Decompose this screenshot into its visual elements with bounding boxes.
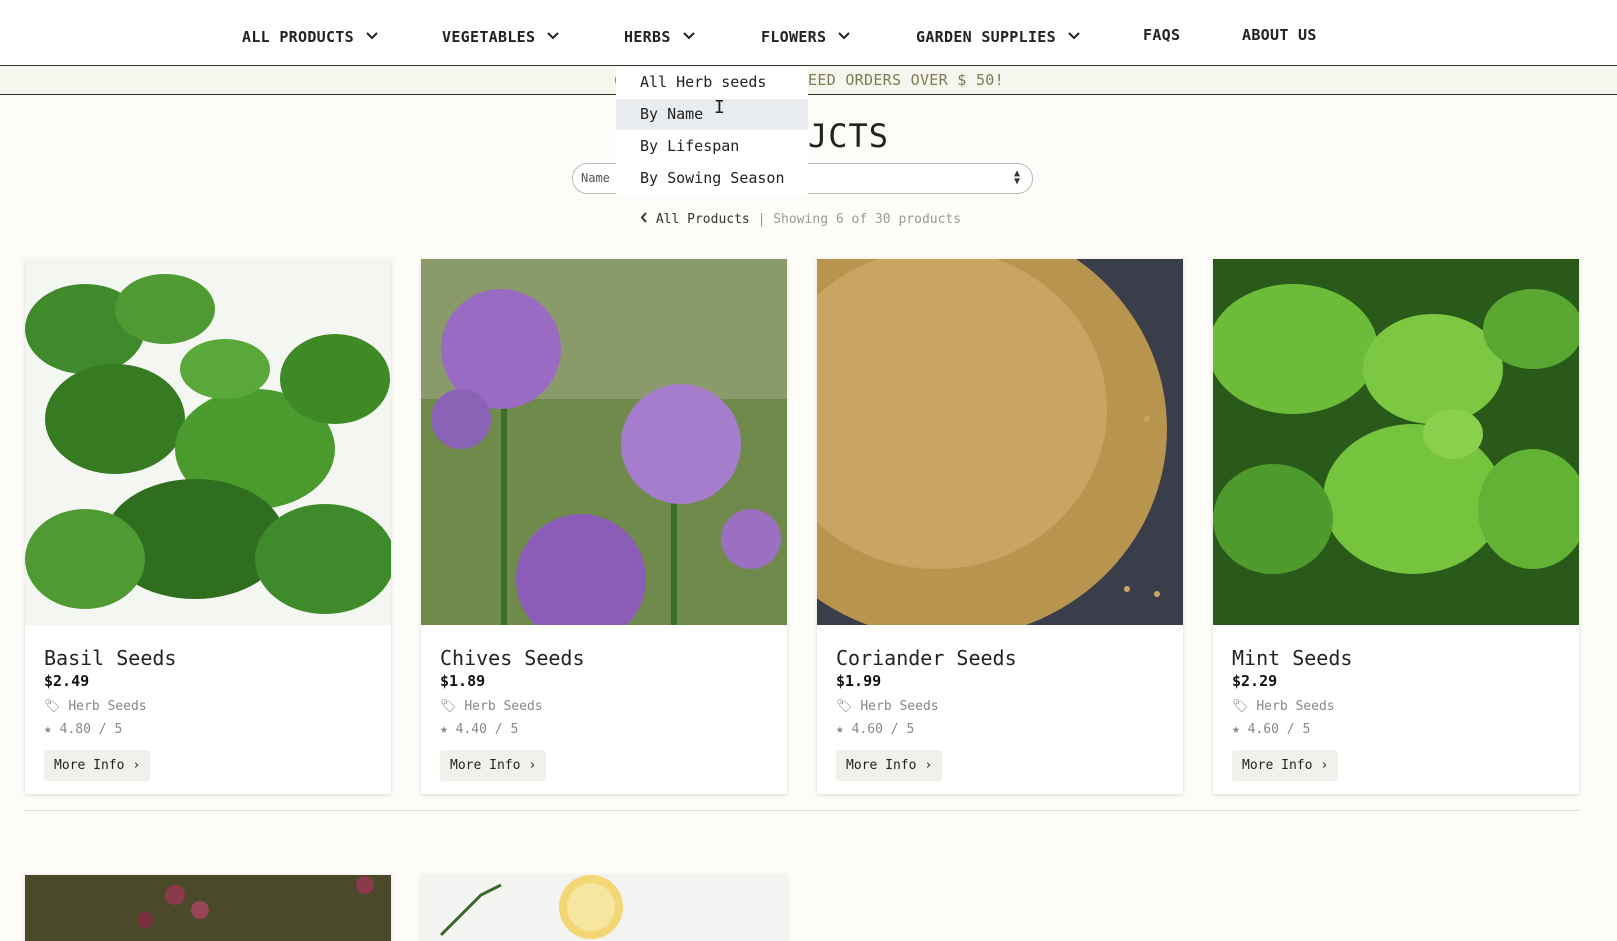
product-rating: ★ 4.60 / 5 (1232, 722, 1310, 737)
rating-value: 4.80 (59, 722, 91, 737)
nav-herbs[interactable]: HERBS (624, 26, 695, 48)
product-card: Basil Seeds $2.49 🏷 Herb Seeds ★ 4.80 / … (25, 259, 391, 794)
page-title-text: JCTS (808, 117, 890, 155)
chevron-right-icon: › (924, 758, 933, 773)
nav-label: ABOUT US (1242, 26, 1317, 44)
nav-label: FAQS (1143, 26, 1181, 44)
product-price: $1.89 (440, 672, 486, 690)
chevron-right-icon: › (1320, 758, 1329, 773)
product-image-mint[interactable] (1213, 259, 1579, 625)
nav-faqs[interactable]: FAQS (1143, 26, 1180, 48)
star-icon: ★ (44, 722, 52, 737)
product-card: Mint Seeds $2.29 🏷 Herb Seeds ★ 4.60 / 5… (1213, 259, 1579, 794)
nav-about-us[interactable]: ABOUT US (1242, 26, 1317, 48)
nav-flowers[interactable]: FLOWERS (761, 26, 851, 48)
product-card: Coriander Seeds $1.99 🏷 Herb Seeds ★ 4.6… (817, 259, 1183, 794)
nav-label: VEGETABLES (442, 28, 536, 46)
product-price: $1.99 (836, 672, 882, 690)
herbs-dropdown-menu: All Herb seeds By Name By Lifespan By So… (616, 67, 808, 195)
more-info-button[interactable]: More Info › (1232, 750, 1339, 781)
product-category: 🏷 Herb Seeds (1232, 699, 1335, 714)
product-price: $2.29 (1232, 672, 1278, 690)
row-divider (24, 810, 1580, 811)
text-cursor-icon: I (714, 97, 725, 118)
chevron-down-icon (682, 26, 695, 44)
tag-icon: 🏷 (44, 699, 61, 714)
chevron-down-icon (547, 26, 560, 44)
banner-text-end: EED ORDERS OVER $ 50! (808, 71, 1004, 89)
nav-garden-supplies[interactable]: GARDEN SUPPLIES (916, 26, 1080, 48)
product-card-partial (25, 875, 391, 941)
nav-label: GARDEN SUPPLIES (916, 28, 1056, 46)
tag-icon: 🏷 (1232, 699, 1249, 714)
menu-item-by-sowing-season[interactable]: By Sowing Season (616, 163, 808, 194)
product-image-basil[interactable] (25, 259, 391, 625)
select-arrows-icon: ▲ ▼ (1013, 168, 1020, 187)
promo-banner: ( EED ORDERS OVER $ 50! (0, 66, 1617, 95)
sort-label: Name (581, 171, 610, 185)
top-navigation: ALL PRODUCTS VEGETABLES HERBS FLOWERS GA… (0, 0, 1617, 66)
rating-max: / 5 (494, 722, 519, 737)
product-name[interactable]: Basil Seeds (44, 646, 176, 670)
menu-item-by-lifespan[interactable]: By Lifespan (616, 131, 808, 162)
nav-label: HERBS (624, 28, 671, 46)
product-price: $2.49 (44, 672, 90, 690)
chevron-left-icon (640, 212, 648, 227)
chevron-down-icon (366, 26, 378, 44)
rating-max: / 5 (98, 722, 123, 737)
rating-value: 4.60 (851, 722, 883, 737)
product-image-partial[interactable] (421, 875, 787, 941)
star-icon: ★ (836, 722, 844, 737)
product-rating: ★ 4.40 / 5 (440, 722, 518, 737)
product-rating: ★ 4.80 / 5 (44, 722, 122, 737)
chevron-right-icon: › (528, 758, 537, 773)
product-image-chives[interactable] (421, 259, 787, 625)
product-category: 🏷 Herb Seeds (836, 699, 939, 714)
category-label: Herb Seeds (1256, 699, 1335, 714)
category-label: Herb Seeds (860, 699, 939, 714)
category-label: Herb Seeds (464, 699, 543, 714)
tag-icon: 🏷 (440, 699, 457, 714)
chevron-right-icon: › (132, 758, 141, 773)
button-label: More Info (846, 758, 917, 773)
product-image-coriander[interactable] (817, 259, 1183, 625)
more-info-button[interactable]: More Info › (836, 750, 943, 781)
menu-item-all-herb-seeds[interactable]: All Herb seeds (616, 67, 808, 98)
product-name[interactable]: Mint Seeds (1232, 646, 1352, 670)
rating-max: / 5 (890, 722, 915, 737)
nav-label: FLOWERS (761, 28, 827, 46)
button-label: More Info (1242, 758, 1313, 773)
product-rating: ★ 4.60 / 5 (836, 722, 914, 737)
rating-value: 4.40 (455, 722, 487, 737)
star-icon: ★ (440, 722, 448, 737)
nav-all-products[interactable]: ALL PRODUCTS (242, 26, 378, 48)
rating-value: 4.60 (1247, 722, 1279, 737)
product-card-partial (421, 875, 787, 941)
product-category: 🏷 Herb Seeds (440, 699, 543, 714)
chevron-down-icon (838, 26, 851, 44)
breadcrumb: All Products | Showing 6 of 30 products (640, 212, 961, 227)
tag-icon: 🏷 (836, 699, 853, 714)
more-info-button[interactable]: More Info › (440, 750, 547, 781)
button-label: More Info (54, 758, 125, 773)
all-products-link[interactable]: All Products (656, 212, 750, 227)
rating-max: / 5 (1286, 722, 1311, 737)
product-card: Chives Seeds $1.89 🏷 Herb Seeds ★ 4.40 /… (421, 259, 787, 794)
chevron-down-icon (1068, 26, 1080, 44)
star-icon: ★ (1232, 722, 1240, 737)
nav-vegetables[interactable]: VEGETABLES (442, 26, 560, 48)
category-label: Herb Seeds (68, 699, 147, 714)
product-name[interactable]: Coriander Seeds (836, 646, 1017, 670)
button-label: More Info (450, 758, 521, 773)
product-name[interactable]: Chives Seeds (440, 646, 585, 670)
more-info-button[interactable]: More Info › (44, 750, 151, 781)
product-image-partial[interactable] (25, 875, 391, 941)
product-count: Showing 6 of 30 products (773, 212, 962, 227)
breadcrumb-separator: | (757, 212, 766, 227)
product-category: 🏷 Herb Seeds (44, 699, 147, 714)
menu-item-by-name[interactable]: By Name (616, 99, 808, 130)
nav-label: ALL PRODUCTS (242, 28, 354, 46)
